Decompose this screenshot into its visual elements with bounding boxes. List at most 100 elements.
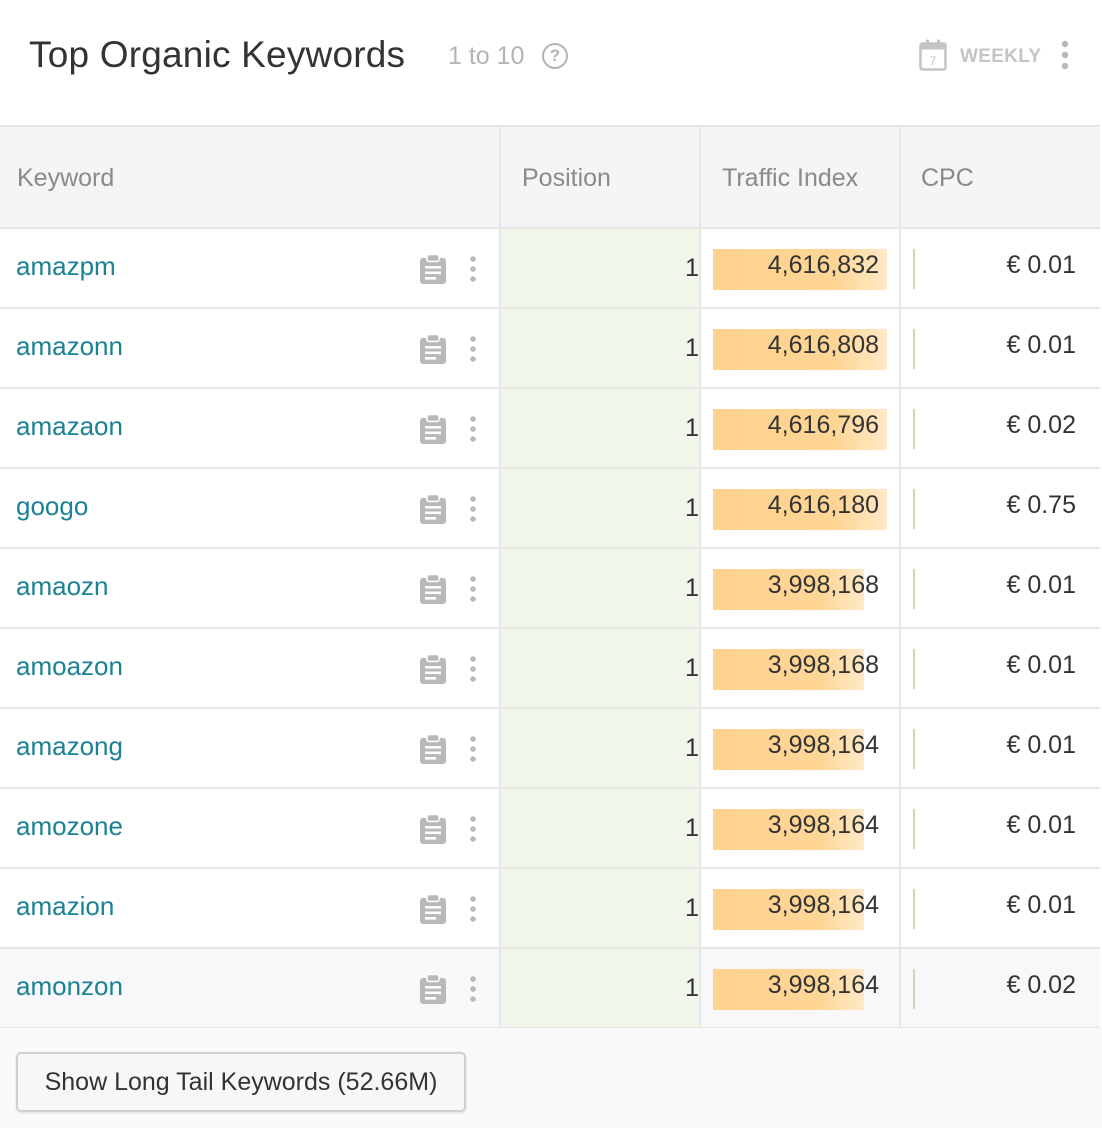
traffic-index-value: 3,998,164: [767, 891, 879, 919]
more-vertical-icon[interactable]: [466, 655, 480, 683]
table-row: amazonn 1 4,616,808 € 0.01: [0, 308, 1100, 389]
traffic-index-value: 3,998,164: [767, 731, 879, 759]
traffic-index-cell: 3,998,168: [700, 548, 901, 629]
keyword-link[interactable]: amonzon: [16, 971, 123, 1002]
cpc-cell: € 0.01: [900, 308, 1100, 389]
cpc-cell: € 0.01: [900, 228, 1100, 309]
table-row: amoazon 1 3,998,168 € 0.01: [0, 628, 1100, 709]
more-vertical-icon[interactable]: [466, 815, 480, 843]
result-range: 1 to 10: [448, 42, 525, 70]
keyword-link[interactable]: amazong: [16, 731, 123, 762]
column-header-traffic-index[interactable]: Traffic Index: [700, 125, 901, 229]
keyword-cell: amoazon: [0, 628, 501, 709]
traffic-index-cell: 3,998,164: [700, 948, 901, 1029]
traffic-index-cell: 4,616,796: [700, 388, 901, 469]
position-cell: 1: [500, 628, 701, 709]
calendar-icon[interactable]: 7: [919, 39, 947, 71]
traffic-index-cell: 4,616,808: [700, 308, 901, 389]
more-vertical-icon[interactable]: [1057, 40, 1073, 72]
traffic-index-cell: 3,998,168: [700, 628, 901, 709]
keyword-link[interactable]: amaozn: [16, 571, 109, 602]
cpc-value: € 0.01: [1006, 811, 1076, 839]
keyword-link[interactable]: googo: [16, 491, 88, 522]
period-selector[interactable]: WEEKLY: [960, 46, 1041, 68]
table-row: amonzon 1 3,998,164 € 0.02: [0, 948, 1100, 1029]
keyword-cell: amazaon: [0, 388, 501, 469]
more-vertical-icon[interactable]: [466, 415, 480, 443]
more-vertical-icon[interactable]: [466, 975, 480, 1003]
table-row: googo 1 4,616,180 € 0.75: [0, 468, 1100, 549]
keyword-cell: amaozn: [0, 548, 501, 629]
cpc-value: € 0.01: [1006, 891, 1076, 919]
more-vertical-icon[interactable]: [466, 335, 480, 363]
keyword-cell: amazonn: [0, 308, 501, 389]
cpc-value: € 0.02: [1006, 411, 1076, 439]
position-cell: 1: [500, 868, 701, 949]
clipboard-icon[interactable]: [419, 654, 447, 684]
widget-footer: Show Long Tail Keywords (52.66M): [0, 1028, 1102, 1128]
keyword-cell: googo: [0, 468, 501, 549]
cpc-bar: [913, 489, 915, 529]
cpc-bar: [913, 249, 915, 289]
cpc-bar: [913, 889, 915, 929]
help-icon[interactable]: ?: [542, 43, 568, 69]
cpc-cell: € 0.02: [900, 388, 1100, 469]
table-row: amaozn 1 3,998,168 € 0.01: [0, 548, 1100, 629]
position-cell: 1: [500, 948, 701, 1029]
cpc-bar: [913, 969, 915, 1009]
traffic-index-value: 3,998,164: [767, 971, 879, 999]
table-header-row: Keyword Position Traffic Index CPC: [0, 125, 1100, 229]
more-vertical-icon[interactable]: [466, 735, 480, 763]
keyword-cell: amonzon: [0, 948, 501, 1029]
cpc-value: € 0.01: [1006, 651, 1076, 679]
cpc-value: € 0.75: [1006, 491, 1076, 519]
position-cell: 1: [500, 468, 701, 549]
traffic-index-value: 4,616,808: [767, 331, 879, 359]
column-header-keyword[interactable]: Keyword: [0, 125, 501, 229]
clipboard-icon[interactable]: [419, 894, 447, 924]
cpc-bar: [913, 729, 915, 769]
keyword-link[interactable]: amazpm: [16, 251, 116, 282]
keyword-link[interactable]: amazion: [16, 891, 114, 922]
cpc-value: € 0.01: [1006, 251, 1076, 279]
clipboard-icon[interactable]: [419, 734, 447, 764]
more-vertical-icon[interactable]: [466, 895, 480, 923]
column-header-cpc[interactable]: CPC: [900, 125, 1100, 229]
clipboard-icon[interactable]: [419, 494, 447, 524]
traffic-index-cell: 3,998,164: [700, 868, 901, 949]
traffic-index-value: 3,998,168: [767, 651, 879, 679]
traffic-index-value: 3,998,168: [767, 571, 879, 599]
top-organic-keywords-widget: Top Organic Keywords 1 to 10 ? 7 WEEKLY …: [0, 0, 1102, 1128]
more-vertical-icon[interactable]: [466, 255, 480, 283]
cpc-bar: [913, 329, 915, 369]
show-long-tail-keywords-button[interactable]: Show Long Tail Keywords (52.66M): [16, 1052, 466, 1112]
keyword-cell: amozone: [0, 788, 501, 869]
position-cell: 1: [500, 708, 701, 789]
keyword-link[interactable]: amozone: [16, 811, 123, 842]
keyword-link[interactable]: amazonn: [16, 331, 123, 362]
cpc-value: € 0.01: [1006, 571, 1076, 599]
more-vertical-icon[interactable]: [466, 495, 480, 523]
keyword-link[interactable]: amoazon: [16, 651, 123, 682]
position-cell: 1: [500, 548, 701, 629]
traffic-index-value: 4,616,796: [767, 411, 879, 439]
position-cell: 1: [500, 308, 701, 389]
more-vertical-icon[interactable]: [466, 575, 480, 603]
clipboard-icon[interactable]: [419, 254, 447, 284]
keyword-link[interactable]: amazaon: [16, 411, 123, 442]
clipboard-icon[interactable]: [419, 574, 447, 604]
cpc-value: € 0.01: [1006, 731, 1076, 759]
cpc-cell: € 0.75: [900, 468, 1100, 549]
traffic-index-value: 4,616,832: [767, 251, 879, 279]
clipboard-icon[interactable]: [419, 974, 447, 1004]
cpc-value: € 0.02: [1006, 971, 1076, 999]
calendar-day: 7: [930, 54, 937, 68]
cpc-cell: € 0.01: [900, 868, 1100, 949]
clipboard-icon[interactable]: [419, 334, 447, 364]
clipboard-icon[interactable]: [419, 814, 447, 844]
position-cell: 1: [500, 388, 701, 469]
cpc-value: € 0.01: [1006, 331, 1076, 359]
position-cell: 1: [500, 228, 701, 309]
column-header-position[interactable]: Position: [500, 125, 701, 229]
clipboard-icon[interactable]: [419, 414, 447, 444]
